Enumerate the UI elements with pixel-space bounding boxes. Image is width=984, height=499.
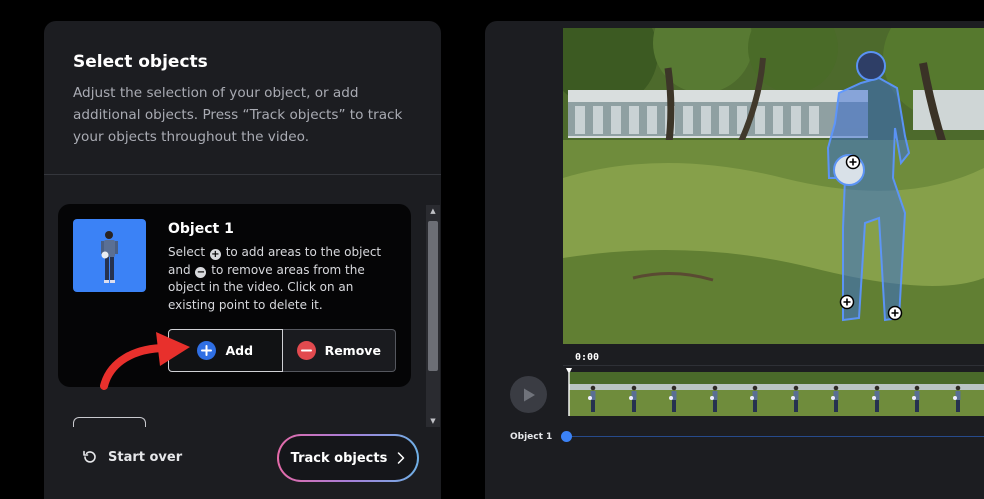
timeline-filmstrip[interactable] [569,372,984,416]
filmstrip-frame [771,372,813,416]
panel-title: Select objects [73,52,208,72]
object-track-label: Object 1 [510,432,553,442]
panel-description: Adjust the selection of your object, or … [73,85,403,145]
scroll-thumb[interactable] [428,221,438,371]
scroll-down-arrow-icon[interactable]: ▼ [426,415,440,427]
filmstrip-frame [893,372,934,416]
play-icon [523,388,535,401]
filmstrip-frame [812,372,853,416]
plus-circle-icon: + [209,249,221,260]
minus-circle-icon [296,341,316,360]
object-track-line [567,436,984,437]
track-objects-label: Track objects [290,450,388,466]
filmstrip-frame [650,372,691,416]
object-instructions: Select + to add areas to the object and … [168,244,393,314]
object-title: Object 1 [168,221,234,237]
start-over-label: Start over [108,449,183,465]
help-select-text: Select [168,245,206,259]
filmstrip-frame [609,372,651,416]
add-button-label: Add [225,343,254,358]
remove-button-label: Remove [324,343,381,358]
start-over-button[interactable]: Start over [81,448,182,466]
timeline-divider [563,365,984,366]
timecode: 0:00 [575,352,600,363]
play-button[interactable] [510,376,547,413]
filmstrip-frame [731,372,772,416]
playhead-icon[interactable] [566,368,572,416]
object-card[interactable]: Object 1 Select + to add areas to the ob… [58,204,411,387]
filmstrip-frame [569,372,610,416]
select-objects-panel: Select objects Adjust the selection of y… [44,21,441,499]
plus-point-icon [845,154,861,170]
undo-icon [83,450,96,463]
filmstrip-frame [974,372,984,416]
plus-point-icon [887,305,903,321]
divider [44,174,441,175]
object-thumbnail [73,219,146,292]
plus-point-icon [839,294,855,310]
video-preview[interactable] [563,28,984,344]
plus-circle-icon [197,341,217,360]
filmstrip-frame [933,372,975,416]
chevron-right-icon [398,452,405,464]
object-track-keyframe[interactable] [561,431,572,442]
remove-button[interactable]: Remove [282,329,396,372]
scroll-up-arrow-icon[interactable]: ▲ [426,205,440,217]
add-remove-toggle: Add Remove [168,329,396,372]
track-objects-button[interactable]: Track objects [277,434,419,482]
filmstrip-frame [852,372,894,416]
filmstrip-frame [690,372,732,416]
object-list-scrollbar[interactable]: ▲ ▼ [426,205,440,427]
add-button[interactable]: Add [168,329,283,372]
minus-circle-icon: − [195,266,207,278]
video-editor-panel: 0:00 Object 1 [485,21,984,499]
